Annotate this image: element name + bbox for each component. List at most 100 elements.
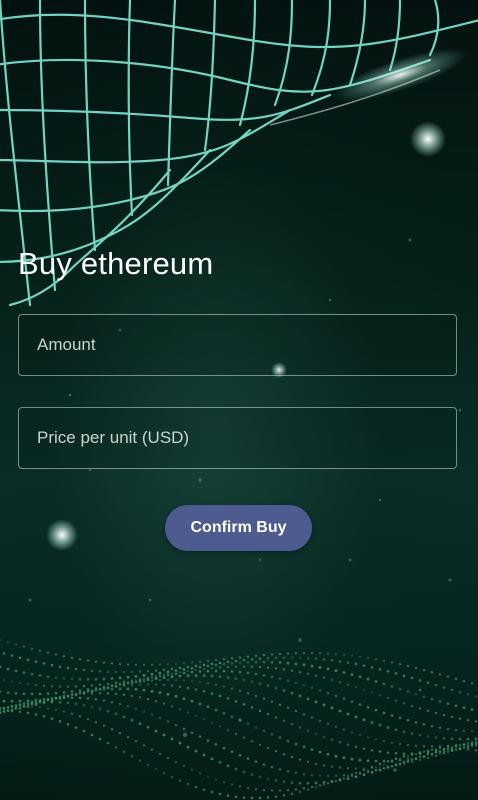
wave-particle — [170, 737, 174, 741]
wave-particle — [270, 660, 274, 664]
wave-particle — [290, 792, 294, 796]
wave-particle — [78, 691, 82, 695]
wave-particle — [178, 741, 182, 745]
wave-particle — [54, 708, 58, 711]
wave-particle — [394, 752, 398, 755]
wave-particle — [286, 739, 290, 743]
wave-particle — [58, 685, 62, 688]
wave-particle — [182, 727, 186, 731]
wave-particle — [370, 765, 374, 769]
wave-particle — [138, 683, 142, 686]
wave-particle — [74, 693, 78, 696]
wave-particle — [210, 790, 214, 794]
wave-particle — [454, 677, 458, 680]
wave-particle — [30, 672, 34, 676]
wave-particle — [282, 668, 286, 671]
wave-particle — [390, 760, 394, 763]
wave-particle — [42, 662, 46, 665]
wave-particle — [266, 712, 270, 716]
wave-particle — [378, 668, 382, 671]
price-per-unit-input[interactable] — [19, 408, 456, 468]
wave-particle — [74, 702, 78, 706]
wave-particle — [222, 685, 226, 688]
wave-particle — [386, 751, 390, 754]
wave-particle — [42, 715, 46, 718]
wave-particle — [290, 755, 294, 759]
wave-particle — [378, 762, 382, 766]
wave-particle — [434, 748, 438, 752]
wave-particle — [162, 771, 166, 775]
wave-particle — [286, 706, 290, 710]
wave-particle — [198, 735, 202, 738]
wave-particle — [366, 736, 370, 739]
wave-particle — [170, 775, 174, 779]
wave-particle — [298, 758, 302, 761]
amount-field[interactable] — [18, 314, 457, 376]
wave-particle — [242, 736, 246, 739]
wave-particle — [314, 732, 318, 736]
wave-particle — [218, 675, 222, 678]
wave-particle — [166, 670, 170, 674]
wave-particle — [202, 753, 206, 757]
wave-particle — [30, 705, 34, 708]
wave-particle — [18, 703, 22, 707]
wave-particle — [186, 745, 190, 749]
wave-particle — [166, 663, 170, 666]
wave-particle — [230, 657, 234, 660]
confirm-buy-button[interactable]: Confirm Buy — [165, 505, 312, 551]
wave-particle — [134, 707, 138, 711]
wave-particle — [106, 741, 110, 745]
wave-particle — [350, 673, 354, 676]
wave-particle — [302, 683, 306, 687]
wave-particle — [410, 676, 414, 680]
wave-particle — [402, 755, 406, 758]
wave-particle — [230, 783, 234, 786]
wave-particle — [262, 660, 266, 664]
amount-input[interactable] — [19, 315, 456, 375]
wave-particle — [214, 778, 218, 781]
wave-particle — [102, 677, 106, 681]
wave-particle — [190, 768, 194, 771]
wave-particle — [298, 694, 302, 698]
wave-particle — [322, 764, 326, 767]
wave-particle — [362, 773, 366, 777]
wave-particle — [30, 700, 34, 704]
wave-particle — [114, 746, 118, 749]
wave-particle — [446, 750, 450, 754]
wave-particle — [94, 688, 98, 692]
glow-orb — [46, 519, 78, 551]
wave-particle — [54, 653, 58, 656]
wave-particle — [110, 700, 114, 704]
wave-particle — [198, 702, 202, 706]
wave-particle — [130, 681, 134, 685]
wave-particle — [50, 700, 54, 704]
wave-particle — [338, 766, 342, 769]
wave-particle — [238, 718, 242, 722]
wave-particle — [450, 688, 454, 692]
wave-particle — [182, 679, 186, 682]
wave-particle — [210, 721, 214, 724]
wave-particle — [134, 674, 138, 678]
wave-particle — [226, 665, 230, 669]
wave-particle — [10, 699, 14, 703]
wave-particle — [318, 750, 322, 754]
wave-particle — [446, 747, 450, 751]
wave-particle — [142, 688, 146, 692]
wave-particle — [358, 675, 362, 679]
wave-particle — [142, 673, 146, 677]
wave-particle — [434, 754, 438, 757]
price-per-unit-field[interactable] — [18, 407, 457, 469]
wave-particle — [146, 669, 150, 673]
wave-particle — [346, 777, 350, 781]
wave-particle — [470, 682, 474, 685]
wave-particle — [346, 712, 350, 716]
wave-particle — [326, 652, 330, 655]
wave-particle — [138, 670, 142, 673]
wave-particle — [202, 788, 206, 791]
wave-particle — [454, 704, 458, 708]
wave-particle — [406, 719, 410, 722]
wave-particle — [30, 647, 34, 650]
wave-particle — [318, 774, 322, 777]
wave-particle — [462, 679, 466, 683]
wave-particle — [334, 669, 338, 673]
